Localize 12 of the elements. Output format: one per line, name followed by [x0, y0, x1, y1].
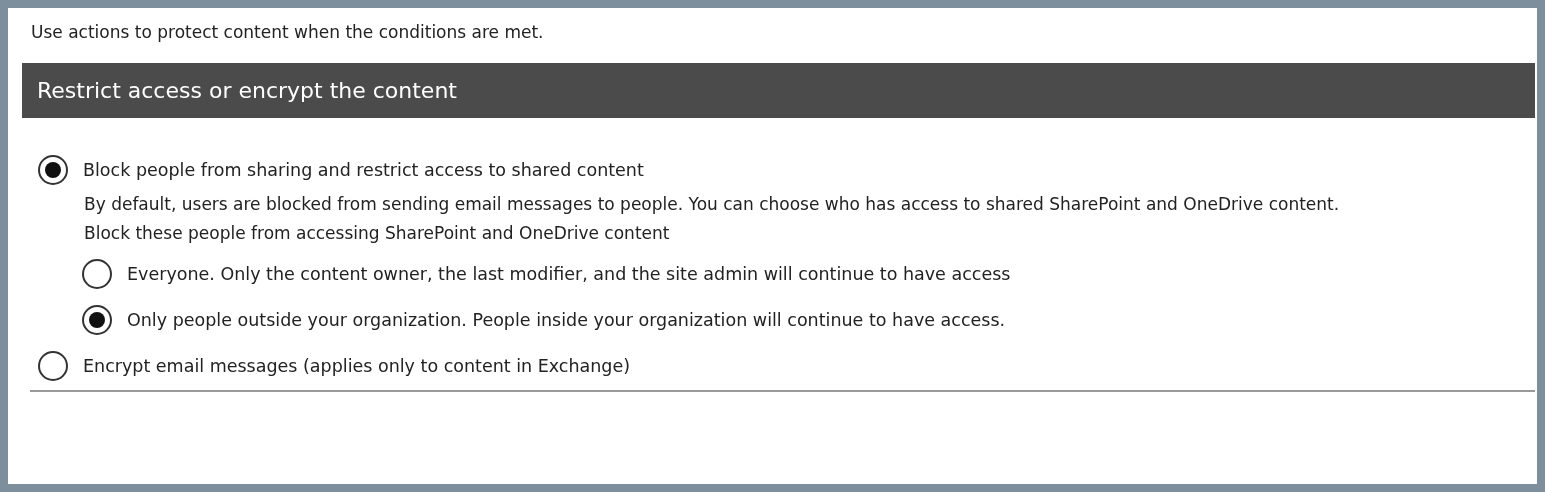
radio-button[interactable] [82, 259, 112, 289]
option-label: Everyone. Only the content owner, the last modifier, and the site admin will continue to have access [127, 264, 1011, 284]
section-header: Restrict access or encrypt the content [22, 63, 1535, 118]
description-text: By default, users are blocked from sending email messages to people. You can choose who has access to shared SharePoint and OneDrive content. [84, 193, 1341, 216]
radio-button[interactable] [38, 155, 68, 185]
option-label: Block people from sharing and restrict access to shared content [83, 160, 644, 180]
radio-button[interactable] [38, 351, 68, 381]
sub-label: Block these people from accessing SharePoint and OneDrive content [84, 222, 671, 245]
option-label: Only people outside your organization. People inside your organization will continue to have access. [127, 310, 1006, 330]
radio-button[interactable] [82, 305, 112, 335]
intro-text: Use actions to protect content when the conditions are met. [30, 21, 545, 44]
option-label: Encrypt email messages (applies only to content in Exchange) [83, 356, 631, 376]
